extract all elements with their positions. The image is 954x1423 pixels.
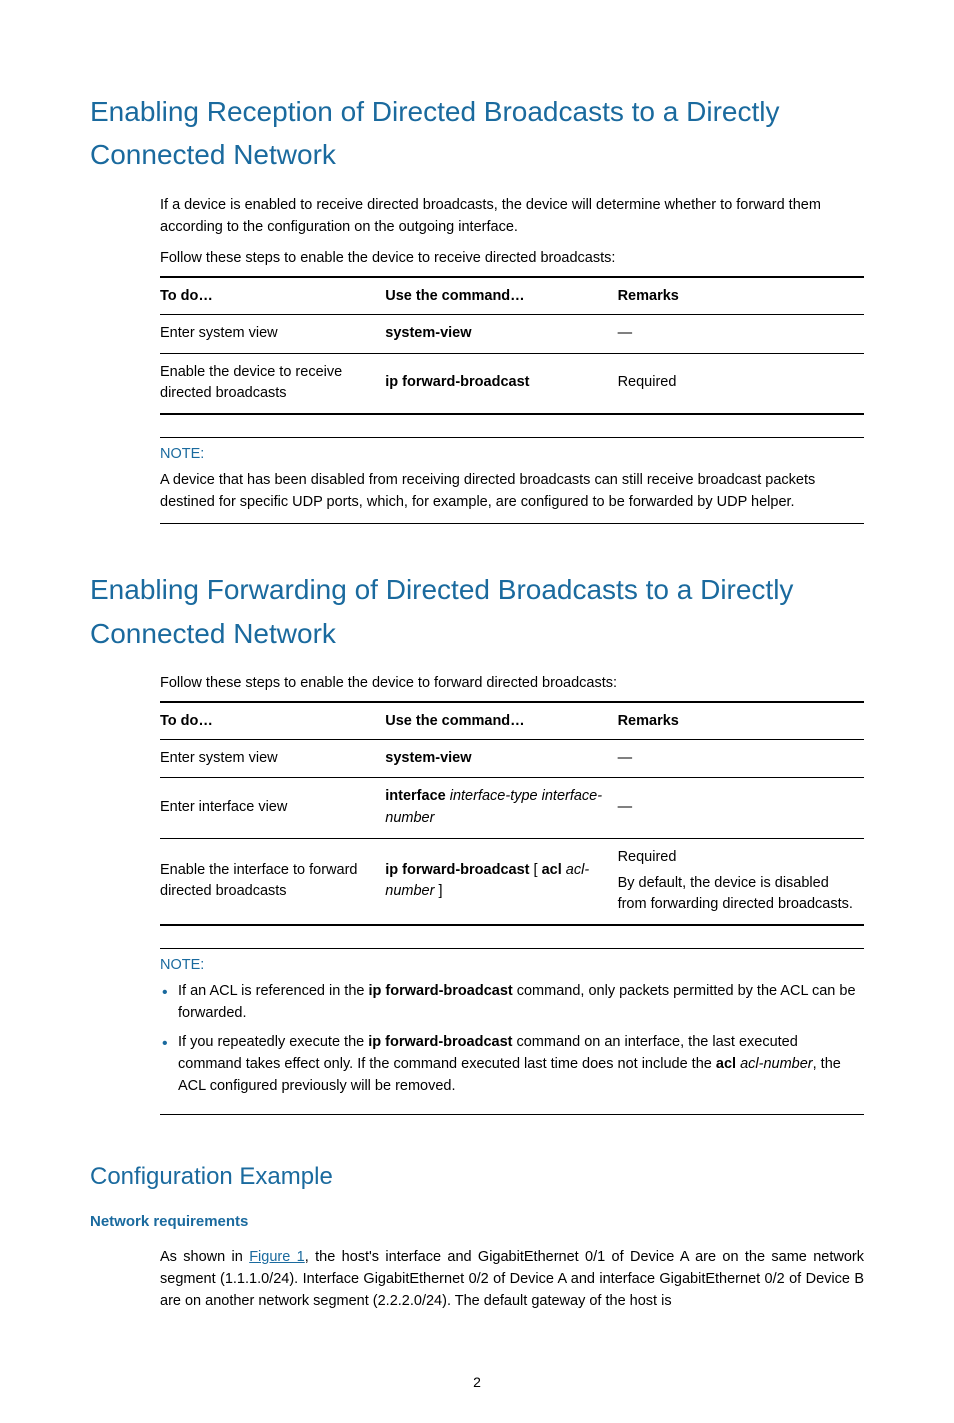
page-number: 2	[90, 1372, 864, 1393]
note-text: A device that has been disabled from rec…	[160, 470, 864, 516]
note-label: NOTE:	[160, 949, 864, 981]
table-cell-todo: Enable the interface to forward directed…	[160, 838, 385, 925]
table-cell-todo: Enter system view	[160, 314, 385, 353]
note-bullet: If you repeatedly execute the ip forward…	[160, 1032, 864, 1097]
table-cell-cmd: system-view	[385, 314, 617, 353]
table-row: Enable the interface to forward directed…	[160, 838, 864, 925]
note-bullet: If an ACL is referenced in the ip forwar…	[160, 981, 864, 1025]
section1-follow-steps: Follow these steps to enable the device …	[160, 248, 864, 270]
section1-note: NOTE: A device that has been disabled fr…	[160, 437, 864, 524]
table-cell-cmd: system-view	[385, 739, 617, 778]
section2-table: To do… Use the command… Remarks Enter sy…	[160, 701, 864, 926]
table-row: Enter interface view interface interface…	[160, 778, 864, 839]
table-cell-remarks: —	[618, 778, 864, 839]
table-cell-todo: Enter interface view	[160, 778, 385, 839]
table-cell-remarks: Required	[618, 353, 864, 414]
table-header-cmd: Use the command…	[385, 277, 617, 314]
table-header-todo: To do…	[160, 277, 385, 314]
table-row: Enter system view system-view —	[160, 739, 864, 778]
table-cell-remarks: —	[618, 739, 864, 778]
table-header-remarks: Remarks	[618, 277, 864, 314]
section1-table: To do… Use the command… Remarks Enter sy…	[160, 276, 864, 415]
section3-subheading: Network requirements	[90, 1211, 864, 1234]
table-cell-cmd: interface interface-type interface-numbe…	[385, 778, 617, 839]
section2-note: NOTE: If an ACL is referenced in the ip …	[160, 948, 864, 1115]
section2-title: Enabling Forwarding of Directed Broadcas…	[90, 568, 864, 655]
section3-title: Configuration Example	[90, 1159, 864, 1195]
table-cell-todo: Enable the device to receive directed br…	[160, 353, 385, 414]
table-cell-cmd: ip forward-broadcast [ acl acl-number ]	[385, 838, 617, 925]
section1-intro: If a device is enabled to receive direct…	[160, 195, 864, 239]
table-row: Enable the device to receive directed br…	[160, 353, 864, 414]
note-label: NOTE:	[160, 438, 864, 470]
table-cell-todo: Enter system view	[160, 739, 385, 778]
table-header-remarks: Remarks	[618, 702, 864, 739]
section1-title: Enabling Reception of Directed Broadcast…	[90, 90, 864, 177]
figure-link[interactable]: Figure 1	[249, 1249, 305, 1265]
table-row: Enter system view system-view —	[160, 314, 864, 353]
section2-follow-steps: Follow these steps to enable the device …	[160, 673, 864, 695]
section3-paragraph: As shown in Figure 1, the host's interfa…	[160, 1247, 864, 1312]
table-cell-remarks: —	[618, 314, 864, 353]
table-header-cmd: Use the command…	[385, 702, 617, 739]
table-header-todo: To do…	[160, 702, 385, 739]
table-cell-cmd: ip forward-broadcast	[385, 353, 617, 414]
table-cell-remarks: Required By default, the device is disab…	[618, 838, 864, 925]
